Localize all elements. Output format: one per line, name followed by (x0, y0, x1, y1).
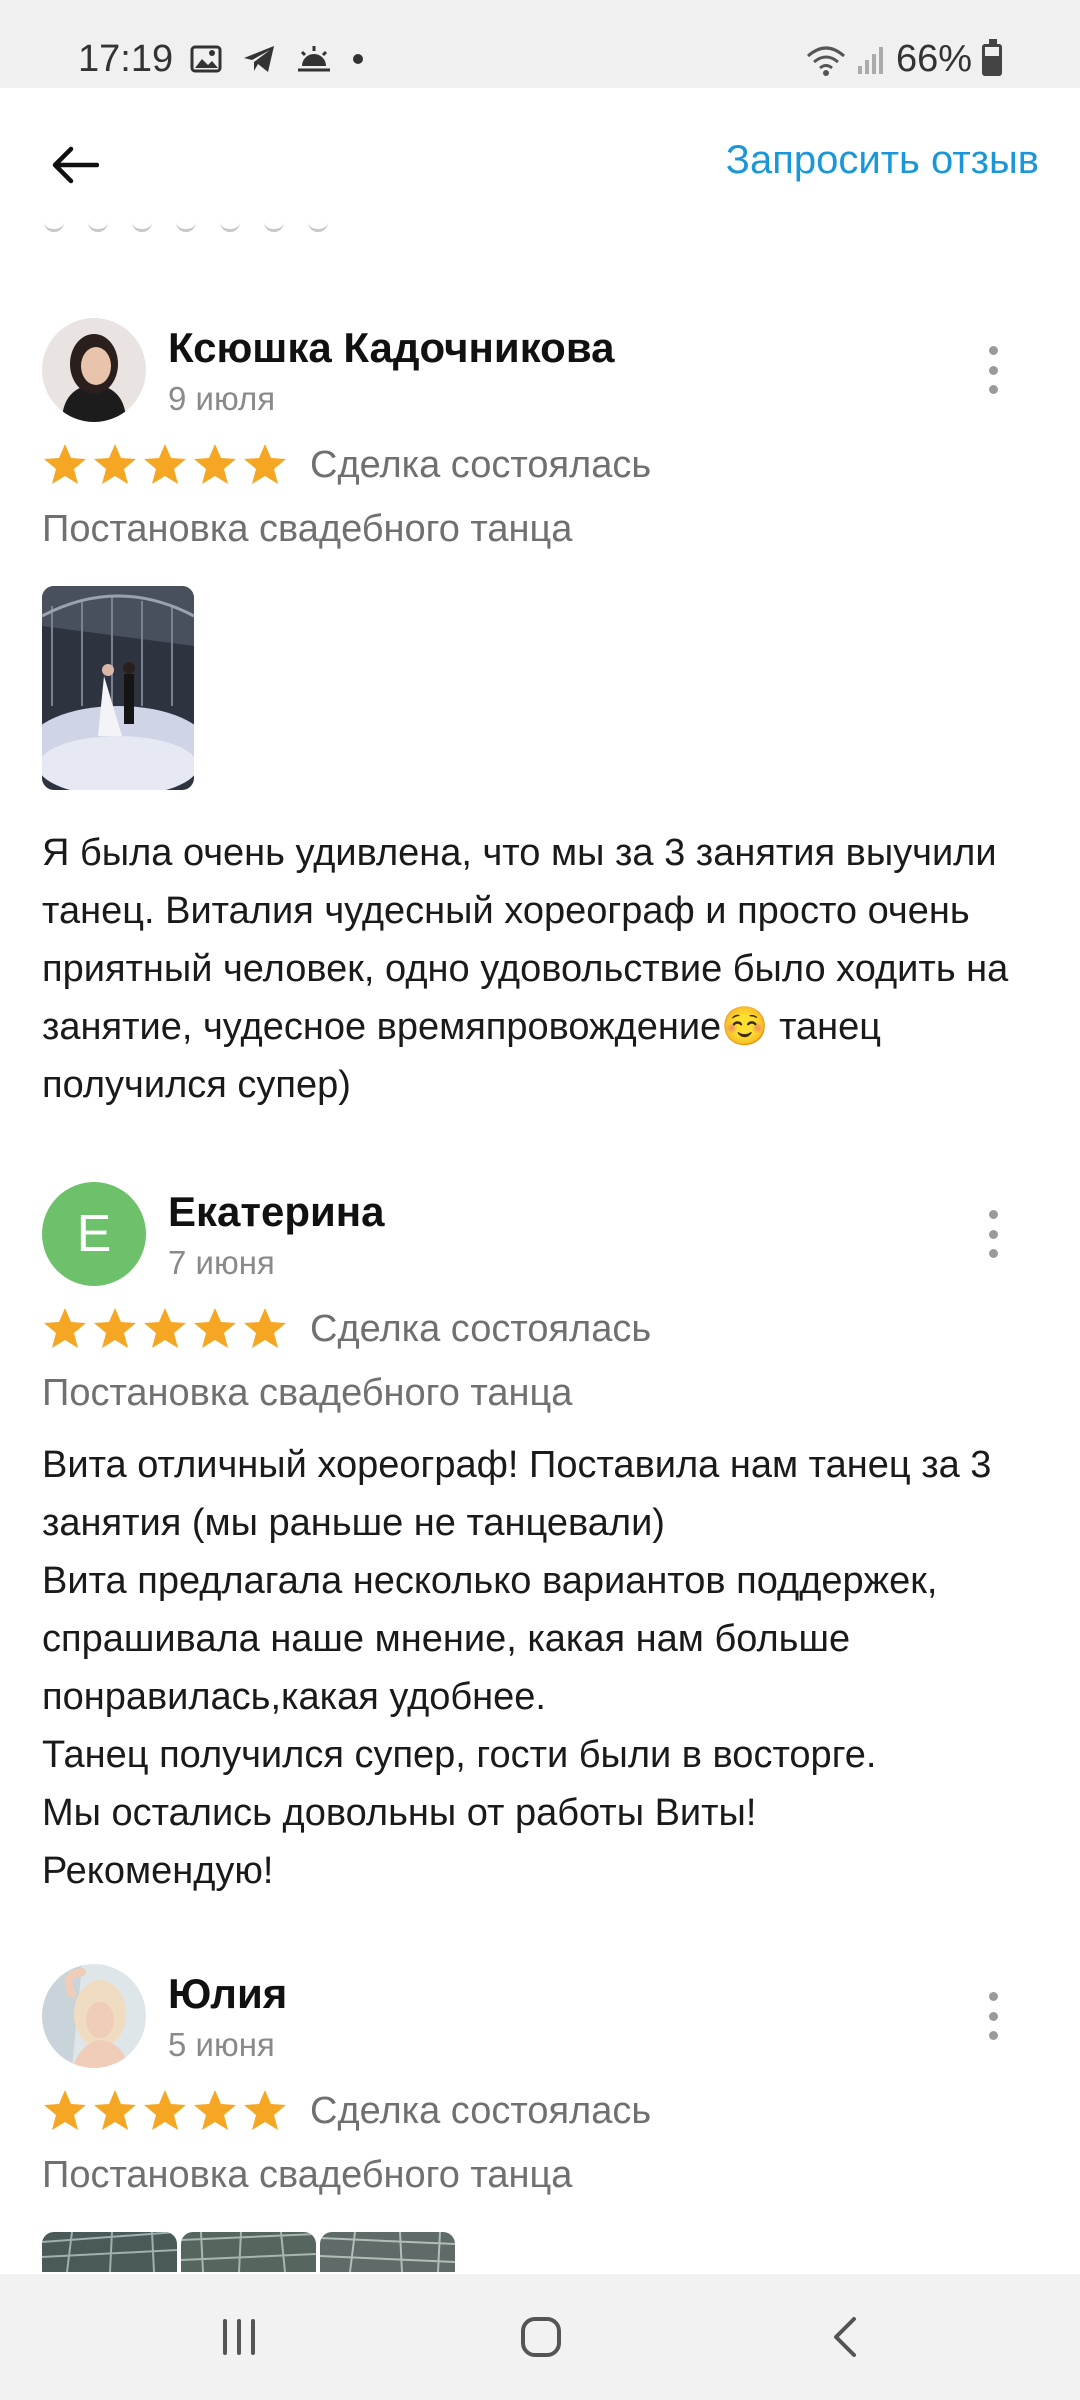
star-icon (244, 444, 286, 484)
rating-row: Сделка состоялась (42, 442, 651, 488)
avatar[interactable] (42, 1964, 146, 2068)
system-nav-bar (0, 2274, 1080, 2400)
star-icon (144, 444, 186, 484)
review-photo[interactable] (320, 2232, 455, 2272)
star-icon (44, 2090, 86, 2130)
status-bar: 17:19 66% (0, 0, 1080, 88)
dot-icon (353, 54, 363, 64)
gallery-icon (190, 45, 222, 73)
chevron-left-icon (834, 2317, 856, 2357)
star-icon (244, 1308, 286, 1348)
deal-status: Сделка состоялась (310, 1307, 652, 1350)
star-icon (244, 2090, 286, 2130)
more-options-button[interactable] (978, 1992, 1008, 2040)
avatar[interactable]: Е (42, 1182, 146, 1286)
review-text: Я была очень удивлена, что мы за 3 занят… (42, 832, 1009, 1106)
wifi-icon (806, 46, 845, 76)
status-right: 66% (806, 38, 1002, 81)
star-icon (194, 2090, 236, 2130)
service-name: Постановка свадебного танца (42, 1372, 573, 1414)
star-icon (94, 2090, 136, 2130)
arrow-left-icon (52, 146, 99, 184)
author-name[interactable]: Юлия (168, 1970, 287, 2018)
signal-icon (857, 46, 883, 74)
review-photo[interactable] (42, 2232, 177, 2272)
weather-icon (298, 46, 330, 72)
service-name: Постановка свадебного танца (42, 2154, 573, 2196)
rating-row: Сделка состоялась (42, 2088, 651, 2134)
star-icon (44, 1308, 86, 1348)
back-button[interactable] (40, 130, 110, 200)
recent-apps-icon (223, 2319, 255, 2355)
star-icon (194, 444, 236, 484)
app-bar: Запросить отзыв (0, 88, 1080, 236)
home-button[interactable] (496, 2302, 586, 2372)
request-review-button[interactable]: Запросить отзыв (726, 138, 1039, 183)
review-date: 5 июня (168, 2026, 275, 2063)
review-photo-strip (42, 2232, 455, 2272)
star-icon (94, 1308, 136, 1348)
rating-row: Сделка состоялась (42, 1306, 651, 1352)
back-nav-button[interactable] (800, 2302, 890, 2372)
star-icon (144, 1308, 186, 1348)
recent-apps-button[interactable] (194, 2302, 284, 2372)
star-rating (42, 442, 288, 488)
previous-rating-stars-partial (44, 222, 328, 232)
battery-percent: 66% (895, 38, 972, 80)
notification-icons (190, 44, 364, 74)
deal-status: Сделка состоялась (310, 2089, 652, 2132)
more-options-button[interactable] (978, 1210, 1008, 1258)
review-date: 9 июля (168, 380, 276, 417)
deal-status: Сделка состоялась (310, 443, 652, 486)
battery-icon (982, 38, 1002, 76)
review-date: 7 июня (168, 1244, 275, 1281)
service-name: Постановка свадебного танца (42, 508, 573, 550)
star-icon (194, 1308, 236, 1348)
telegram-icon (244, 46, 274, 72)
star-rating (42, 1306, 288, 1352)
home-icon (521, 2317, 561, 2357)
author-name[interactable]: Екатерина (168, 1188, 385, 1236)
star-rating (42, 2088, 288, 2134)
star-icon (44, 444, 86, 484)
more-options-button[interactable] (978, 346, 1008, 394)
review-text: Вита отличный хореограф! Поставила нам т… (42, 1444, 992, 1892)
review-photo[interactable] (181, 2232, 316, 2272)
star-icon (144, 2090, 186, 2130)
review-photo[interactable] (42, 586, 194, 790)
avatar[interactable] (42, 318, 146, 422)
star-icon (94, 444, 136, 484)
status-time: 17:19 (78, 38, 174, 80)
author-name[interactable]: Ксюшка Кадочникова (168, 324, 614, 372)
